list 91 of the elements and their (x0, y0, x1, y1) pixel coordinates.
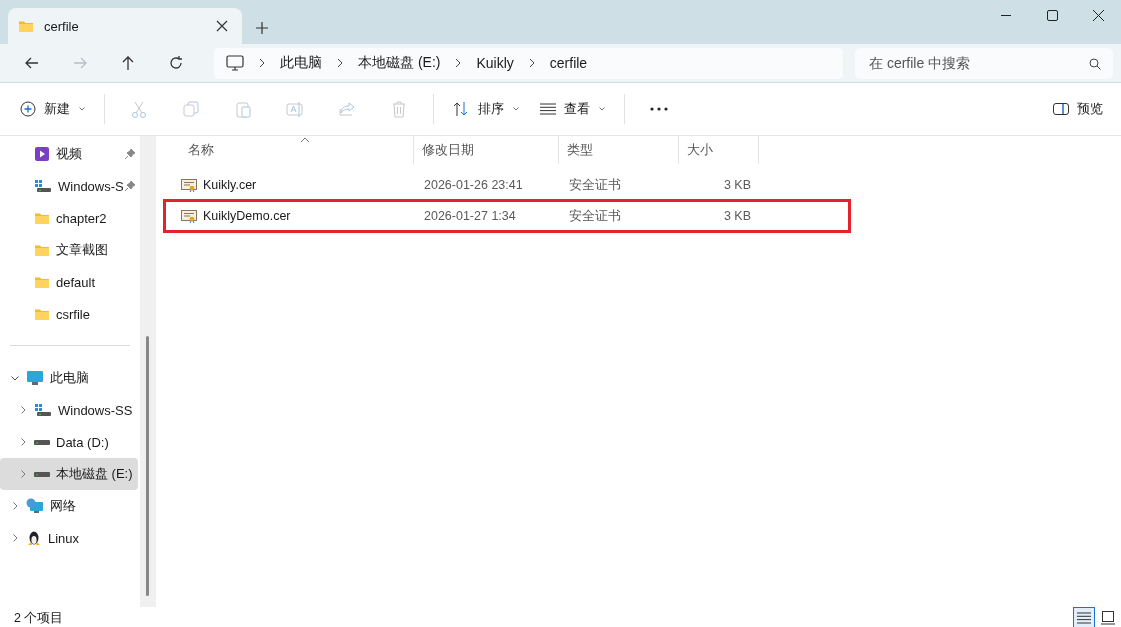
search-icon (1089, 57, 1101, 70)
chevron-right-icon (18, 437, 28, 447)
breadcrumb[interactable]: Kuikly (476, 55, 514, 71)
sidebar-item[interactable]: Data (D:) (0, 426, 138, 458)
copy-icon (182, 100, 200, 118)
sidebar-item[interactable]: 文章截图 (0, 234, 138, 266)
caret-icon (78, 105, 86, 113)
caret-icon (512, 105, 520, 113)
folder-icon (34, 243, 50, 257)
sort-button[interactable]: 排序 (444, 94, 528, 124)
scissors-icon (130, 100, 148, 118)
search-field[interactable]: 在 cerfile 中搜索 (855, 47, 1113, 79)
folder-icon (34, 211, 50, 225)
new-button[interactable]: 新建 (12, 94, 94, 124)
sidebar-item[interactable]: 视频 (0, 138, 138, 170)
rename-icon (286, 100, 304, 118)
preview-pane-icon (1053, 102, 1069, 116)
item-count: 2 个项目 (14, 609, 64, 627)
chevron-right-icon (527, 58, 536, 68)
details-view-button[interactable] (1073, 607, 1095, 627)
chevron-right-icon (454, 58, 463, 68)
drive-icon (34, 403, 52, 417)
chevron-right-icon (18, 405, 28, 415)
sidebar-item[interactable]: 此电脑 (0, 362, 138, 394)
file-row[interactable]: Kuikly.cer 2026-01-26 23:41 安全证书 3 KB (163, 168, 851, 202)
trash-icon (390, 100, 408, 118)
breadcrumb[interactable]: 此电脑 (280, 54, 322, 72)
folder-icon (34, 275, 50, 289)
monitor-icon (226, 54, 244, 72)
view-button[interactable]: 查看 (532, 94, 614, 124)
network-icon (26, 498, 44, 514)
drive-icon (34, 439, 50, 445)
certificate-icon (181, 178, 197, 192)
tab[interactable]: cerfile (8, 8, 242, 44)
table-cell-text: 安全证书 (568, 176, 622, 194)
table-cell-text: 2026-01-27 1:34 (423, 209, 517, 223)
sidebar-item[interactable]: chapter2 (0, 202, 138, 234)
tiles-icon (1100, 610, 1116, 626)
scrollbar[interactable] (140, 136, 156, 607)
sidebar-item[interactable]: csrfile (0, 298, 138, 330)
plus-icon (256, 22, 268, 34)
sort-icon (452, 101, 470, 117)
table-cell-text: 3 KB (722, 178, 752, 192)
monitor-icon (26, 370, 44, 386)
highlight-frame[interactable]: KuiklyDemo.cer 2026-01-27 1:34 安全证书 3 KB (163, 199, 851, 233)
sidebar-item[interactable]: Windows-S (0, 170, 138, 202)
minimize-icon (1001, 14, 1011, 16)
drive-icon (34, 471, 50, 477)
table-cell-text: 3 KB (722, 209, 752, 223)
breadcrumb[interactable]: 本地磁盘 (E:) (358, 54, 441, 72)
column-header[interactable]: 类型 (559, 136, 679, 164)
folder-icon (18, 19, 34, 33)
maximize-icon (1046, 9, 1058, 21)
plus-circle-icon (20, 101, 36, 117)
chevron-right-icon (10, 533, 20, 543)
chevron-right-icon (336, 58, 344, 68)
caret-icon (598, 105, 606, 113)
share-icon (338, 100, 356, 118)
breadcrumb[interactable]: cerfile (549, 55, 588, 71)
pin-icon (124, 148, 136, 160)
sidebar-item[interactable]: 网络 (0, 490, 138, 522)
chevron-right-icon (10, 501, 20, 511)
chevron-right-icon (258, 58, 266, 68)
sidebar-item[interactable]: Linux (0, 522, 138, 554)
file-name: KuiklyDemo.cer (203, 209, 291, 223)
refresh-icon (167, 54, 185, 72)
penguin-icon (26, 530, 42, 546)
list-icon (1077, 612, 1091, 624)
list-icon (540, 103, 556, 115)
video-icon (34, 146, 50, 162)
preview-button[interactable]: 预览 (1045, 94, 1111, 124)
table-cell-text: 安全证书 (568, 207, 622, 225)
address-bar[interactable]: 此电脑 本地磁盘 (E:) Kuikly cerfile (214, 47, 843, 79)
close-icon (216, 20, 228, 32)
certificate-icon (181, 209, 197, 223)
table-cell-text: 2026-01-26 23:41 (423, 178, 524, 192)
folder-icon (34, 307, 50, 321)
chevron-right-icon (18, 469, 28, 479)
sidebar-item[interactable]: default (0, 266, 138, 298)
drive-icon (34, 179, 52, 193)
pin-icon (124, 180, 136, 192)
more-icon (650, 107, 668, 111)
close-icon (1092, 9, 1104, 21)
column-header[interactable]: 修改日期 (414, 136, 559, 164)
file-name: Kuikly.cer (203, 178, 257, 192)
column-header[interactable]: 名称 (166, 136, 414, 164)
clipboard-icon (234, 100, 252, 118)
sidebar-item[interactable]: Windows-SS (0, 394, 138, 426)
column-header[interactable]: 大小 (679, 136, 759, 164)
sidebar-item[interactable]: 本地磁盘 (E:) (0, 458, 138, 490)
chevron-down-icon (10, 373, 20, 383)
